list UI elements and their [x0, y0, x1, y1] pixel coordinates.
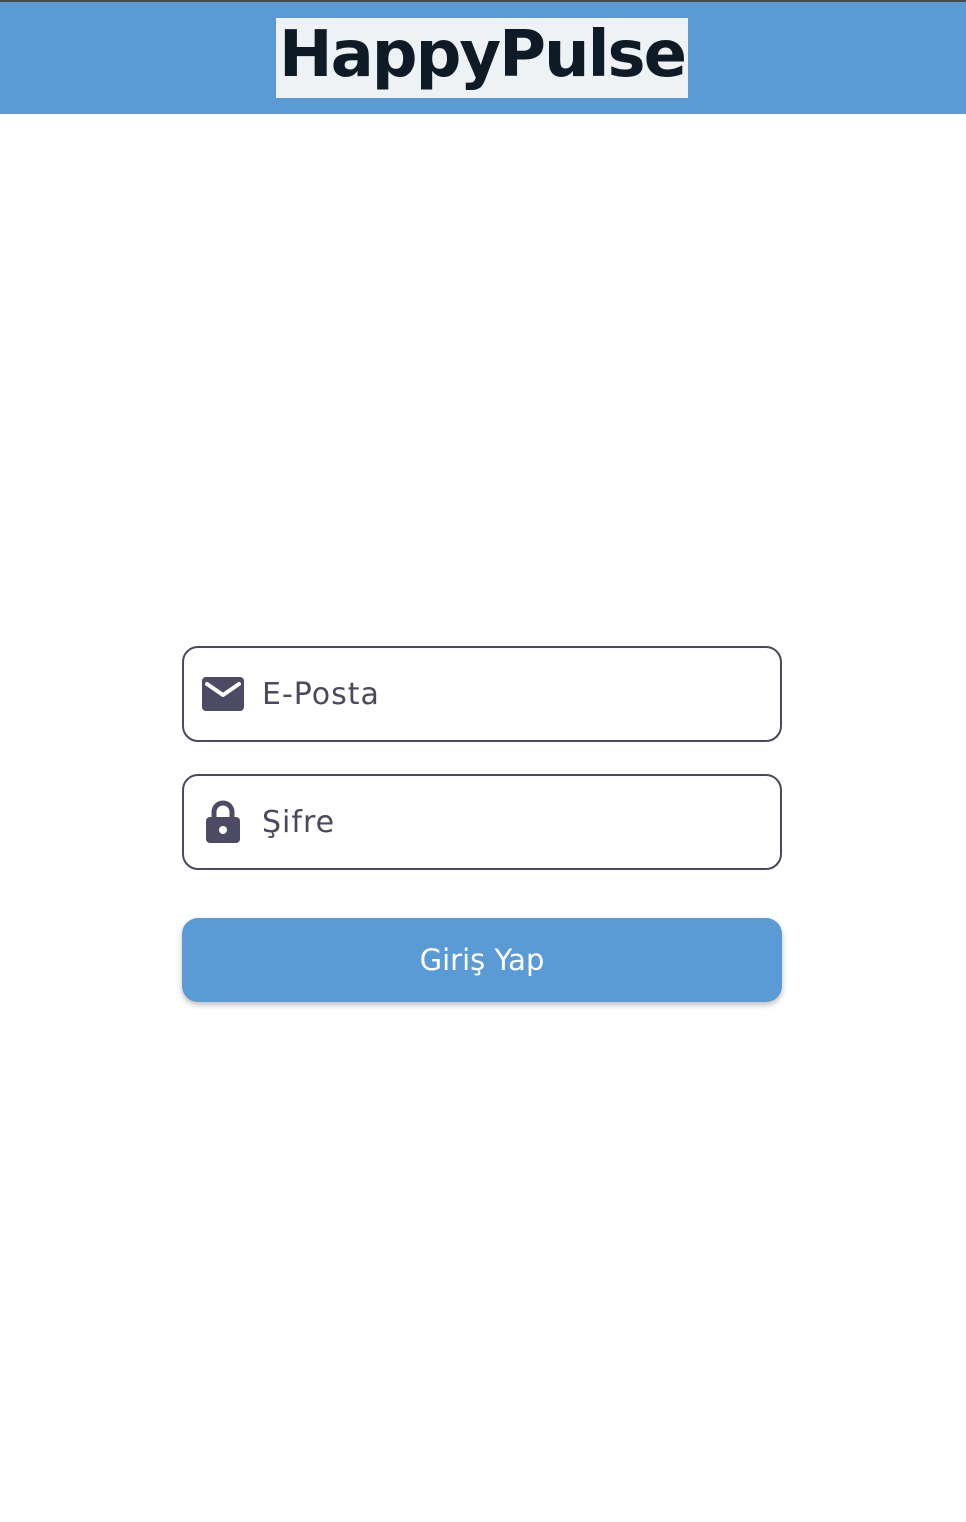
- app-bar: HappyPulse: [0, 0, 966, 114]
- lock-icon: [202, 800, 244, 843]
- password-input[interactable]: [262, 776, 764, 868]
- mail-icon: [202, 673, 244, 715]
- password-field[interactable]: [182, 774, 782, 870]
- login-button[interactable]: Giriş Yap: [182, 918, 782, 1002]
- happypulse-logo: HappyPulse: [276, 18, 688, 98]
- email-input[interactable]: [262, 648, 764, 740]
- email-field[interactable]: [182, 646, 782, 742]
- logo-text: HappyPulse: [279, 18, 687, 92]
